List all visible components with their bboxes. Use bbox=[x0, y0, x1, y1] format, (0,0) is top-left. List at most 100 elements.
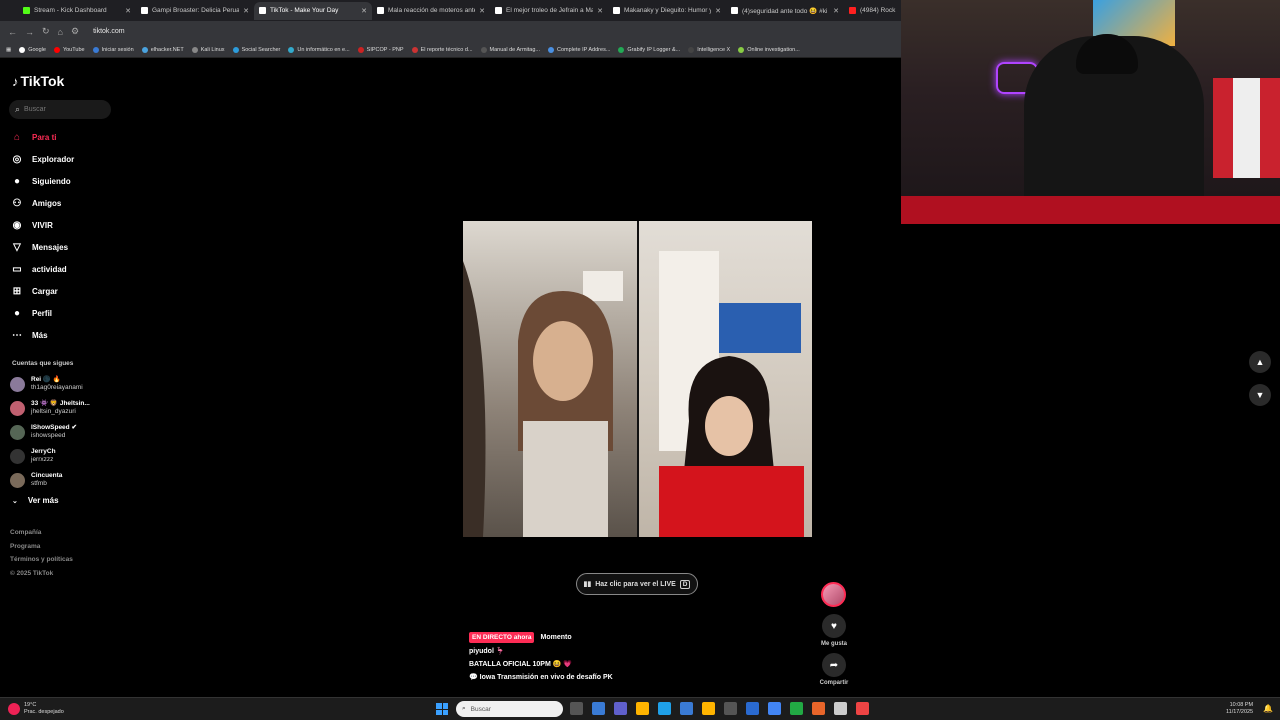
streamer-avatar[interactable] bbox=[821, 582, 846, 607]
close-icon[interactable]: ✕ bbox=[597, 7, 603, 15]
site-info-icon[interactable]: ⚙ bbox=[71, 26, 79, 37]
bookmark-item[interactable]: El reporte técnico d... bbox=[411, 46, 473, 53]
close-icon[interactable]: ✕ bbox=[361, 7, 367, 15]
sidebar-item-ms[interactable]: ⋯ Más bbox=[10, 324, 74, 346]
taskbar-app-icon[interactable] bbox=[746, 702, 759, 715]
bookmark-item[interactable]: Social Searcher bbox=[232, 46, 280, 53]
share-button[interactable]: ➦ bbox=[822, 653, 846, 677]
streamer-username[interactable]: piyudol 🦩 bbox=[469, 647, 505, 655]
sidebar-item-label: actividad bbox=[32, 264, 67, 274]
home-icon[interactable]: ⌂ bbox=[58, 27, 63, 37]
avatar bbox=[10, 448, 25, 464]
browser-tab[interactable]: (4)seguridad ante todo 😆 #ki ✕ bbox=[726, 2, 844, 20]
taskbar-app-icon[interactable] bbox=[834, 702, 847, 715]
see-more-button[interactable]: ⌄ Ver más bbox=[12, 496, 59, 505]
taskbar-app-icon[interactable] bbox=[702, 702, 715, 715]
sidebar-item-label: Perfil bbox=[32, 308, 53, 318]
tab-favicon-icon bbox=[259, 7, 266, 14]
close-icon[interactable]: ✕ bbox=[125, 7, 131, 15]
like-button[interactable]: ♥ bbox=[822, 614, 846, 638]
apps-icon[interactable]: ▦ bbox=[6, 47, 11, 53]
account-name: Rei 🌑 🔥 bbox=[31, 376, 61, 383]
close-icon[interactable]: ✕ bbox=[479, 7, 485, 15]
watch-live-button[interactable]: ▮▮ Haz clic para ver el LIVE D bbox=[576, 573, 698, 595]
taskbar-app-icon[interactable] bbox=[614, 702, 627, 715]
taskbar-app-icon[interactable] bbox=[636, 702, 649, 715]
browser-tab[interactable]: TikTok - Make Your Day ✕ bbox=[254, 1, 372, 20]
browser-tab[interactable]: El mejor troleo de Jefrain a Mai ✕ bbox=[490, 2, 608, 20]
bookmark-item[interactable]: Grabify IP Logger &... bbox=[618, 46, 680, 53]
bookmark-item[interactable]: Un informático en e... bbox=[288, 46, 350, 53]
sidebar-item-parati[interactable]: ⌂ Para ti bbox=[10, 126, 74, 148]
sidebar-item-actividad[interactable]: ▭ actividad bbox=[10, 258, 74, 280]
bookmark-favicon-icon bbox=[548, 46, 554, 53]
url-field[interactable]: tiktok.com bbox=[93, 28, 125, 35]
bookmark-label: SIPCOP - PNP bbox=[366, 46, 404, 53]
streamer-left-figure bbox=[463, 261, 623, 537]
taskbar-app-icon[interactable] bbox=[658, 702, 671, 715]
windows-start-icon[interactable] bbox=[436, 703, 448, 715]
bookmark-item[interactable]: Intelligence X bbox=[688, 46, 730, 53]
close-icon[interactable]: ✕ bbox=[715, 7, 721, 15]
bookmark-item[interactable]: Online investigation... bbox=[738, 46, 800, 53]
sidebar-item-siguiendo[interactable]: ● Siguiendo bbox=[10, 170, 74, 192]
followed-account[interactable]: 33 👾 🦁 Jheltsin... jheltsin_dyazuri bbox=[10, 396, 90, 420]
browser-tab[interactable]: Stream - Kick Dashboard ✕ bbox=[18, 2, 136, 20]
sidebar-item-vivir[interactable]: ◉ VIVIR bbox=[10, 214, 74, 236]
followed-account[interactable]: Cincuenta stfmb bbox=[10, 468, 90, 492]
forward-icon[interactable]: → bbox=[25, 27, 34, 37]
close-icon[interactable]: ✕ bbox=[243, 7, 249, 15]
back-icon[interactable]: ← bbox=[8, 27, 17, 37]
taskbar-search-input[interactable]: ⌕ Buscar bbox=[456, 701, 563, 717]
sidebar-item-mensajes[interactable]: ▽ Mensajes bbox=[10, 236, 74, 258]
sidebar-item-amigos[interactable]: ⚇ Amigos bbox=[10, 192, 74, 214]
bookmark-favicon-icon bbox=[92, 46, 99, 53]
footer-link[interactable]: Programa bbox=[10, 543, 73, 557]
reload-icon[interactable]: ↻ bbox=[42, 26, 50, 37]
tab-title: Stream - Kick Dashboard bbox=[34, 7, 107, 14]
weather-widget[interactable]: 19°C Prac. despejado bbox=[8, 702, 64, 716]
tiktok-logo[interactable]: ♪ TikTok bbox=[12, 73, 64, 89]
bookmark-item[interactable]: Iniciar sesión bbox=[92, 46, 134, 53]
bookmark-favicon-icon bbox=[480, 46, 487, 53]
taskbar-app-icon[interactable] bbox=[724, 702, 737, 715]
footer-link[interactable]: Términos y políticas bbox=[10, 556, 73, 570]
taskbar-app-icon[interactable] bbox=[592, 702, 605, 715]
bookmark-label: Iniciar sesión bbox=[101, 46, 134, 53]
live-video-player[interactable] bbox=[463, 221, 812, 537]
search-input[interactable]: ⌕ Buscar bbox=[9, 100, 111, 119]
bookmark-item[interactable]: Complete IP Addres... bbox=[548, 46, 610, 53]
bookmark-item[interactable]: Google bbox=[19, 46, 46, 53]
taskbar-app-icon[interactable] bbox=[856, 702, 869, 715]
bookmark-item[interactable]: YouTube bbox=[53, 46, 85, 53]
bookmark-item[interactable]: Kali Linux bbox=[191, 46, 225, 53]
taskbar-app-icon[interactable] bbox=[812, 702, 825, 715]
profile-icon: ● bbox=[13, 307, 21, 319]
taskbar-app-icon[interactable] bbox=[680, 702, 693, 715]
bookmark-item[interactable]: Manual de Armitag... bbox=[480, 46, 540, 53]
sidebar-item-perfil[interactable]: ● Perfil bbox=[10, 302, 74, 324]
system-clock[interactable]: 10:08 PM 11/17/2025 bbox=[1226, 702, 1253, 716]
bookmark-item[interactable]: elhacker.NET bbox=[141, 46, 184, 53]
followed-account[interactable]: JerryCh jerrxzzz bbox=[10, 444, 90, 468]
taskbar-app-icon[interactable] bbox=[570, 702, 583, 715]
sidebar-item-explorador[interactable]: ◎ Explorador bbox=[10, 148, 75, 170]
previous-video-button[interactable]: ▲ bbox=[1249, 351, 1271, 373]
bookmark-item[interactable]: SIPCOP - PNP bbox=[357, 46, 404, 53]
followed-account[interactable]: IShowSpeed ✔ ishowspeed bbox=[10, 420, 90, 444]
account-handle: jheltsin_dyazuri bbox=[31, 408, 76, 415]
tab-title: Gampi Broaster: Delicia Peruana bbox=[152, 7, 240, 14]
notification-bell-icon[interactable]: 🔔 bbox=[1263, 704, 1273, 713]
footer-link[interactable]: Compañía bbox=[10, 529, 73, 543]
account-name: IShowSpeed ✔ bbox=[31, 424, 77, 431]
browser-tab[interactable]: Gampi Broaster: Delicia Peruana ✕ bbox=[136, 2, 254, 20]
next-video-button[interactable]: ▼ bbox=[1249, 384, 1271, 406]
taskbar-app-icon[interactable] bbox=[790, 702, 803, 715]
bookmark-favicon-icon bbox=[357, 46, 364, 53]
browser-tab[interactable]: Makanaky y Dieguito: Humor y ✕ bbox=[608, 2, 726, 20]
taskbar-app-icon[interactable] bbox=[768, 702, 781, 715]
sidebar-item-cargar[interactable]: ⊞ Cargar bbox=[10, 280, 74, 302]
browser-tab[interactable]: Mala reacción de moteros ante ✕ bbox=[372, 2, 490, 20]
close-icon[interactable]: ✕ bbox=[833, 7, 839, 15]
followed-account[interactable]: Rei 🌑 🔥 th1ag0reiayanami bbox=[10, 372, 90, 396]
